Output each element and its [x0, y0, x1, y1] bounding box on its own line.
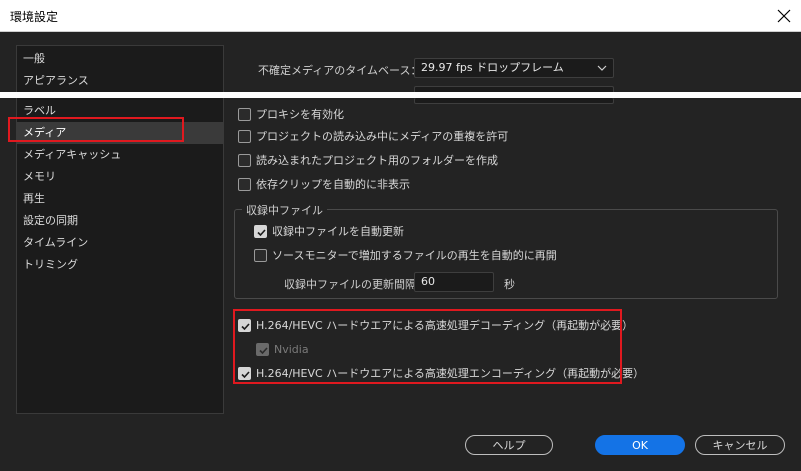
- hw-acceleration-highlight-box: [233, 309, 622, 384]
- checkbox-unchecked[interactable]: [238, 129, 251, 143]
- close-icon[interactable]: [770, 2, 798, 30]
- seconds-unit: 秒: [504, 278, 515, 291]
- hidden-select-bottom: [414, 98, 614, 104]
- cancel-button[interactable]: キャンセル: [695, 435, 785, 455]
- help-button[interactable]: ヘルプ: [465, 435, 553, 455]
- option-allow-duplicate-media[interactable]: プロジェクトの読み込み中にメディアの重複を許可: [238, 127, 508, 145]
- growing-files-legend: 収録中ファイル: [242, 202, 327, 218]
- option-auto-resume-playback[interactable]: ソースモニターで増加するファイルの再生を自動的に再開: [254, 246, 557, 264]
- timebase-select[interactable]: 29.97 fps ドロップフレーム: [414, 58, 614, 78]
- sidebar-item-trim[interactable]: トリミング: [17, 254, 223, 276]
- sidebar-item-media-cache[interactable]: メディアキャッシュ: [17, 144, 223, 166]
- refresh-interval-value: 60: [421, 275, 435, 288]
- sidebar-item-sync-settings[interactable]: 設定の同期: [17, 210, 223, 232]
- media-highlight-box: [8, 117, 184, 142]
- sidebar-item-appearance[interactable]: アピアランス: [17, 70, 223, 92]
- refresh-interval-input[interactable]: 60: [414, 272, 494, 292]
- sidebar-item-playback[interactable]: 再生: [17, 188, 223, 210]
- timebase-label: 不確定メディアのタイムベース：: [258, 64, 422, 77]
- option-enable-proxies[interactable]: プロキシを有効化: [238, 105, 344, 123]
- checkbox-unchecked[interactable]: [254, 248, 267, 262]
- title-bar: 環境設定: [0, 0, 801, 32]
- category-sidebar: 一般 アピアランス ラベル メディア メディアキャッシュ メモリ 再生 設定の同…: [16, 45, 224, 414]
- option-hide-dependent-clips-label: 依存クリップを自動的に非表示: [256, 178, 410, 191]
- option-auto-refresh-growing-label: 収録中ファイルを自動更新: [272, 225, 404, 238]
- option-hide-dependent-clips[interactable]: 依存クリップを自動的に非表示: [238, 175, 410, 193]
- sidebar-item-general[interactable]: 一般: [17, 48, 223, 70]
- checkbox-unchecked[interactable]: [238, 177, 251, 191]
- timebase-value: 29.97 fps ドロップフレーム: [421, 61, 564, 74]
- sidebar-item-memory[interactable]: メモリ: [17, 166, 223, 188]
- chevron-down-icon: [597, 61, 607, 81]
- screenshot-gap-band: [0, 92, 801, 98]
- checkbox-unchecked[interactable]: [238, 107, 251, 121]
- option-create-folder-label: 読み込まれたプロジェクト用のフォルダーを作成: [256, 154, 498, 167]
- refresh-interval-label: 収録中ファイルの更新間隔: [284, 278, 416, 291]
- option-auto-resume-playback-label: ソースモニターで増加するファイルの再生を自動的に再開: [272, 249, 557, 262]
- ok-button[interactable]: OK: [595, 435, 685, 455]
- option-enable-proxies-label: プロキシを有効化: [256, 108, 344, 121]
- option-auto-refresh-growing[interactable]: 収録中ファイルを自動更新: [254, 222, 404, 240]
- checkbox-checked[interactable]: [254, 224, 267, 238]
- option-allow-duplicate-media-label: プロジェクトの読み込み中にメディアの重複を許可: [256, 130, 509, 143]
- option-create-folder[interactable]: 読み込まれたプロジェクト用のフォルダーを作成: [238, 151, 498, 169]
- sidebar-item-timeline[interactable]: タイムライン: [17, 232, 223, 254]
- checkbox-unchecked[interactable]: [238, 153, 251, 167]
- window-title: 環境設定: [10, 10, 59, 24]
